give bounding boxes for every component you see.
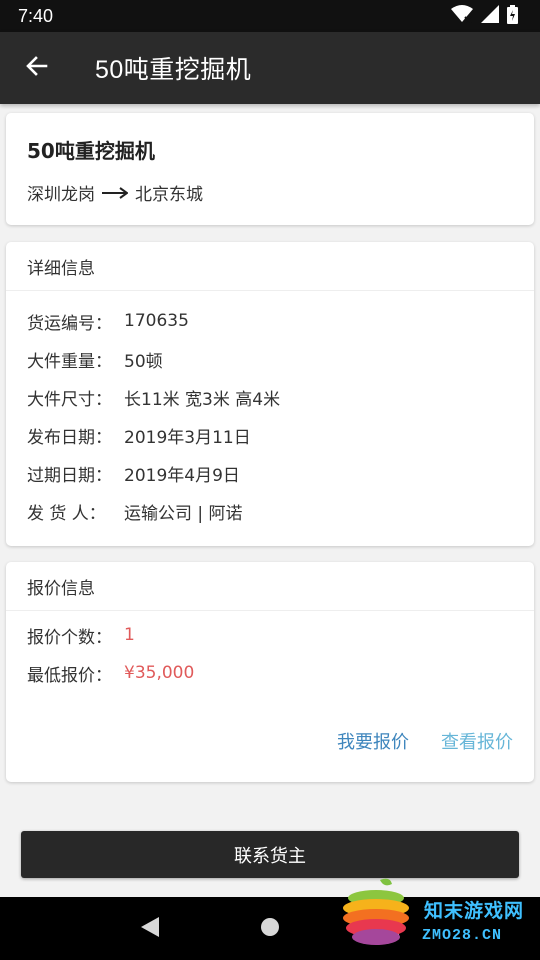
detail-label: 大件尺寸： — [27, 389, 112, 410]
status-time: 7:40 — [18, 5, 54, 26]
detail-value: 长11米 宽3米 高4米 — [124, 389, 281, 410]
detail-row-expire-date: 过期日期： 2019年4月9日 — [27, 454, 534, 492]
contact-owner-button[interactable]: 联系货主 — [21, 831, 519, 878]
detail-value: 运输公司 | 阿诺 — [124, 503, 243, 524]
lowest-quote-value: ¥35,000 — [124, 663, 195, 683]
detail-label: 发布日期： — [27, 427, 112, 448]
square-recent-icon — [380, 917, 400, 941]
quote-count-label: 报价个数： — [27, 627, 112, 648]
system-nav-bar — [0, 897, 540, 960]
circle-home-icon — [260, 917, 280, 941]
route-origin: 深圳龙岗 — [27, 185, 95, 205]
quote-count-row: 报价个数： 1 — [27, 616, 534, 654]
detail-row-size: 大件尺寸： 长11米 宽3米 高4米 — [27, 378, 534, 416]
status-icons — [451, 4, 518, 28]
signal-icon — [481, 5, 499, 27]
quotes-card: 报价信息 报价个数： 1 最低报价： ¥35,000 我要报价 查看报价 — [6, 562, 534, 782]
detail-value: 2019年4月9日 — [124, 465, 240, 486]
detail-label: 大件重量： — [27, 351, 112, 372]
app-bar: 50吨重挖掘机 — [0, 32, 540, 104]
details-header: 详细信息 — [6, 242, 534, 291]
item-title: 50吨重挖掘机 — [27, 139, 155, 163]
detail-value: 50顿 — [124, 351, 163, 372]
quote-actions: 我要报价 查看报价 — [337, 728, 513, 754]
view-quotes-button[interactable]: 查看报价 — [441, 728, 513, 754]
summary-card: 50吨重挖掘机 深圳龙岗 北京东城 — [6, 113, 534, 225]
detail-label: 过期日期： — [27, 465, 112, 486]
detail-row-publish-date: 发布日期： 2019年3月11日 — [27, 416, 534, 454]
back-button[interactable] — [13, 44, 61, 92]
route-destination: 北京东城 — [135, 185, 203, 205]
detail-label: 货运编号： — [27, 313, 112, 334]
nav-home-button[interactable] — [246, 905, 294, 953]
route: 深圳龙岗 北京东城 — [27, 180, 534, 205]
details-list: 货运编号： 170635 大件重量： 50顿 大件尺寸： 长11米 宽3米 高4… — [6, 291, 534, 530]
detail-label: 发 货 人： — [27, 503, 106, 524]
nav-recent-button[interactable] — [366, 905, 414, 953]
lowest-quote-label: 最低报价： — [27, 665, 112, 686]
long-arrow-right-icon — [102, 186, 128, 199]
nav-back-button[interactable] — [126, 905, 174, 953]
details-card: 详细信息 货运编号： 170635 大件重量： 50顿 大件尺寸： 长11米 宽… — [6, 242, 534, 546]
status-bar: 7:40 — [0, 0, 540, 32]
lowest-quote-row: 最低报价： ¥35,000 — [27, 654, 534, 692]
detail-value: 170635 — [124, 311, 189, 331]
battery-icon — [507, 4, 518, 28]
triangle-back-icon — [140, 916, 160, 942]
detail-row-weight: 大件重量： 50顿 — [27, 340, 534, 378]
arrow-left-icon — [25, 54, 49, 82]
quotes-header: 报价信息 — [6, 562, 534, 611]
wifi-icon — [451, 5, 473, 27]
page-title: 50吨重挖掘机 — [95, 56, 252, 84]
detail-row-shipper: 发 货 人： 运输公司 | 阿诺 — [27, 492, 534, 530]
submit-quote-button[interactable]: 我要报价 — [337, 728, 409, 754]
detail-value: 2019年3月11日 — [124, 427, 251, 448]
detail-row-id: 货运编号： 170635 — [27, 302, 534, 340]
quotes-list: 报价个数： 1 最低报价： ¥35,000 — [6, 611, 534, 692]
quote-count-value: 1 — [124, 625, 135, 645]
